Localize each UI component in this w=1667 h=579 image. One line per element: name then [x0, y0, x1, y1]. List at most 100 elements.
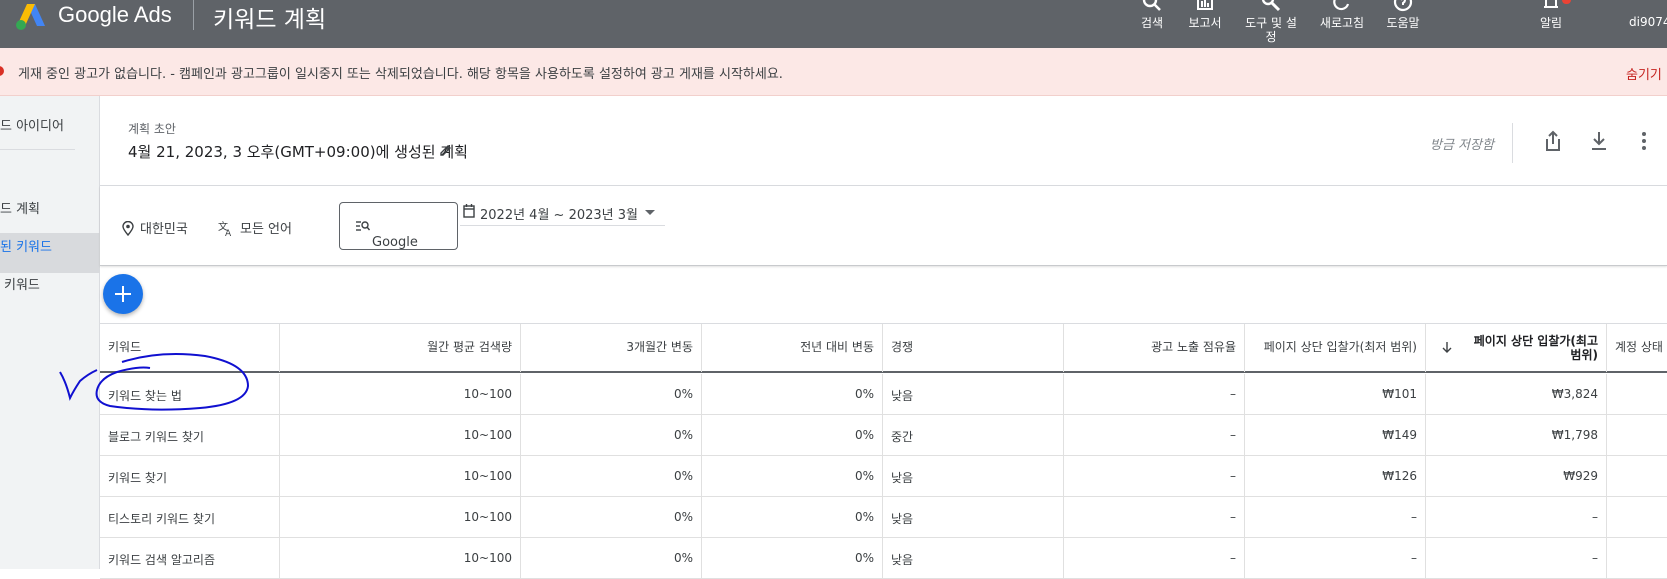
share-icon[interactable]: [1543, 130, 1563, 152]
help-icon: [1393, 0, 1413, 12]
cell-three-month-change: 0%: [521, 456, 702, 496]
language-filter[interactable]: 文 A 모든 언어: [218, 218, 292, 239]
header-divider: [1512, 123, 1513, 163]
calendar-icon: [463, 204, 475, 218]
location-pin-icon: [122, 220, 134, 237]
targeting-filters: 대한민국 文 A 모든 언어 Google 2022년 4월 ~ 2023년 3월: [100, 186, 1667, 266]
notification-badge: [1562, 0, 1571, 4]
alert-hide-button[interactable]: 숨기기: [1626, 64, 1662, 83]
brand-name: Google Ads: [58, 2, 172, 27]
plan-status-label: 계획 초안: [128, 122, 176, 136]
tool-tools-settings[interactable]: 도구 및 설 정: [1240, 0, 1302, 44]
location-filter[interactable]: 대한민국: [122, 218, 188, 237]
column-header-top-bid-high[interactable]: 페이지 상단 입찰가(최고 범위): [1426, 324, 1607, 372]
cell-account-status: [1607, 538, 1667, 578]
tool-refresh[interactable]: 새로고침: [1314, 0, 1370, 30]
top-bar: Google Ads 키워드 계획 검색 보고서 도구 및 설 정 새로고침 도…: [0, 0, 1667, 48]
sidebar-item-keyword-plan[interactable]: 드 계획: [0, 198, 40, 217]
tool-tools-label: 도구 및 설 정: [1245, 16, 1297, 44]
cell-monthly-searches: 10~100: [280, 374, 521, 414]
cell-keyword[interactable]: 키워드 찾는 법: [100, 374, 280, 414]
search-icon: [1142, 0, 1161, 11]
search-network-filter[interactable]: Google: [339, 202, 458, 250]
column-header-keyword[interactable]: 키워드: [100, 324, 280, 372]
cell-top-bid-high: –: [1426, 497, 1607, 537]
cell-top-bid-low: ₩101: [1245, 374, 1426, 414]
plan-header: 계획 초안 4월 21, 2023, 3 오후(GMT+09:00)에 생성된 …: [100, 96, 1667, 186]
table-row[interactable]: 티스토리 키워드 찾기 10~100 0% 0% 낮음 – – –: [100, 497, 1667, 538]
tool-reports[interactable]: 보고서: [1182, 0, 1228, 30]
table-row[interactable]: 블로그 키워드 찾기 10~100 0% 0% 중간 – ₩149 ₩1,798: [100, 415, 1667, 456]
table-row[interactable]: 키워드 검색 알고리즘 10~100 0% 0% 낮음 – – –: [100, 538, 1667, 579]
google-ads-logo-icon: [16, 4, 45, 30]
cell-competition: 낮음: [883, 497, 1064, 537]
tool-notifications[interactable]: 알림: [1538, 0, 1564, 30]
date-range-value: 2022년 4월 ~ 2023년 3월: [480, 208, 638, 223]
cell-top-bid-high: ₩929: [1426, 456, 1607, 496]
cell-monthly-searches: 10~100: [280, 538, 521, 578]
cell-top-bid-low: ₩149: [1245, 415, 1426, 455]
tool-help[interactable]: 도움말: [1380, 0, 1426, 30]
cell-impression-share: –: [1064, 497, 1245, 537]
chevron-down-icon: [645, 210, 655, 215]
column-header-three-month-change[interactable]: 3개월간 변동: [521, 324, 702, 372]
sidebar-item-keyword-ideas[interactable]: 드 아이디어: [0, 115, 64, 134]
reports-icon: [1197, 0, 1213, 10]
cell-impression-share: –: [1064, 374, 1245, 414]
cell-yoy-change: 0%: [702, 497, 883, 537]
cell-keyword[interactable]: 블로그 키워드 찾기: [100, 415, 280, 455]
cell-monthly-searches: 10~100: [280, 497, 521, 537]
cell-three-month-change: 0%: [521, 415, 702, 455]
table-row[interactable]: 키워드 찾는 법 10~100 0% 0% 낮음 – ₩101 ₩3,824: [100, 374, 1667, 415]
error-icon: [0, 66, 4, 76]
column-header-account-status[interactable]: 계정 상태: [1607, 324, 1667, 372]
table-header: 키워드 월간 평균 검색량 3개월간 변동 전년 대비 변동 경쟁 광고 노출 …: [100, 323, 1667, 373]
cell-top-bid-low: –: [1245, 538, 1426, 578]
tool-reports-label: 보고서: [1188, 16, 1222, 30]
tool-notifications-label: 알림: [1539, 16, 1563, 30]
save-status: 방금 저장함: [1430, 138, 1494, 153]
tools-icon: [1261, 0, 1281, 12]
cell-account-status: [1607, 456, 1667, 496]
svg-text:A: A: [225, 229, 232, 236]
plan-name: 4월 21, 2023, 3 오후(GMT+09:00)에 생성된 계획: [128, 143, 468, 161]
translate-icon: 文A: [218, 220, 232, 239]
alert-banner: 게재 중인 광고가 없습니다. - 캠페인과 광고그룹이 일시중지 또는 삭제되…: [0, 48, 1667, 96]
tool-help-label: 도움말: [1386, 16, 1420, 30]
sort-arrow-icon: [1442, 342, 1452, 353]
sidebar-item-negative-keywords[interactable]: 키워드: [4, 274, 40, 293]
cell-account-status: [1607, 415, 1667, 455]
cell-account-status: [1607, 497, 1667, 537]
more-vert-icon[interactable]: [1640, 130, 1648, 152]
column-header-top-bid-low[interactable]: 페이지 상단 입찰가(최저 범위): [1245, 324, 1426, 372]
cell-impression-share: –: [1064, 415, 1245, 455]
sidebar-divider: [0, 149, 75, 150]
cell-yoy-change: 0%: [702, 374, 883, 414]
tool-search[interactable]: 검색: [1132, 0, 1172, 30]
cell-keyword[interactable]: 티스토리 키워드 찾기: [100, 497, 280, 537]
column-header-competition[interactable]: 경쟁: [883, 324, 1064, 372]
account-id[interactable]: di9074: [1629, 15, 1667, 29]
sidebar-item-saved-keywords[interactable]: 된 키워드: [0, 236, 52, 255]
edit-pencil-icon[interactable]: [439, 143, 453, 157]
date-range-select[interactable]: 2022년 4월 ~ 2023년 3월: [460, 202, 665, 226]
sidebar: 드 아이디어 드 계획 된 키워드 키워드: [0, 96, 100, 569]
cell-keyword[interactable]: 키워드 찾기: [100, 456, 280, 496]
cell-account-status: [1607, 374, 1667, 414]
cell-competition: 낮음: [883, 374, 1064, 414]
tool-search-label: 검색: [1140, 16, 1164, 30]
table-row[interactable]: 키워드 찾기 10~100 0% 0% 낮음 – ₩126 ₩929: [100, 456, 1667, 497]
bell-icon: [1544, 0, 1558, 8]
cell-keyword[interactable]: 키워드 검색 알고리즘: [100, 538, 280, 578]
column-header-yoy-change[interactable]: 전년 대비 변동: [702, 324, 883, 372]
cell-impression-share: –: [1064, 538, 1245, 578]
column-header-impression-share[interactable]: 광고 노출 점유율: [1064, 324, 1245, 372]
cell-monthly-searches: 10~100: [280, 456, 521, 496]
column-header-monthly-searches[interactable]: 월간 평균 검색량: [280, 324, 521, 372]
header-divider: [193, 0, 194, 30]
cell-impression-share: –: [1064, 456, 1245, 496]
download-icon[interactable]: [1589, 130, 1609, 152]
cell-competition: 낮음: [883, 538, 1064, 578]
cell-top-bid-high: ₩1,798: [1426, 415, 1607, 455]
add-keywords-button[interactable]: [103, 274, 143, 314]
